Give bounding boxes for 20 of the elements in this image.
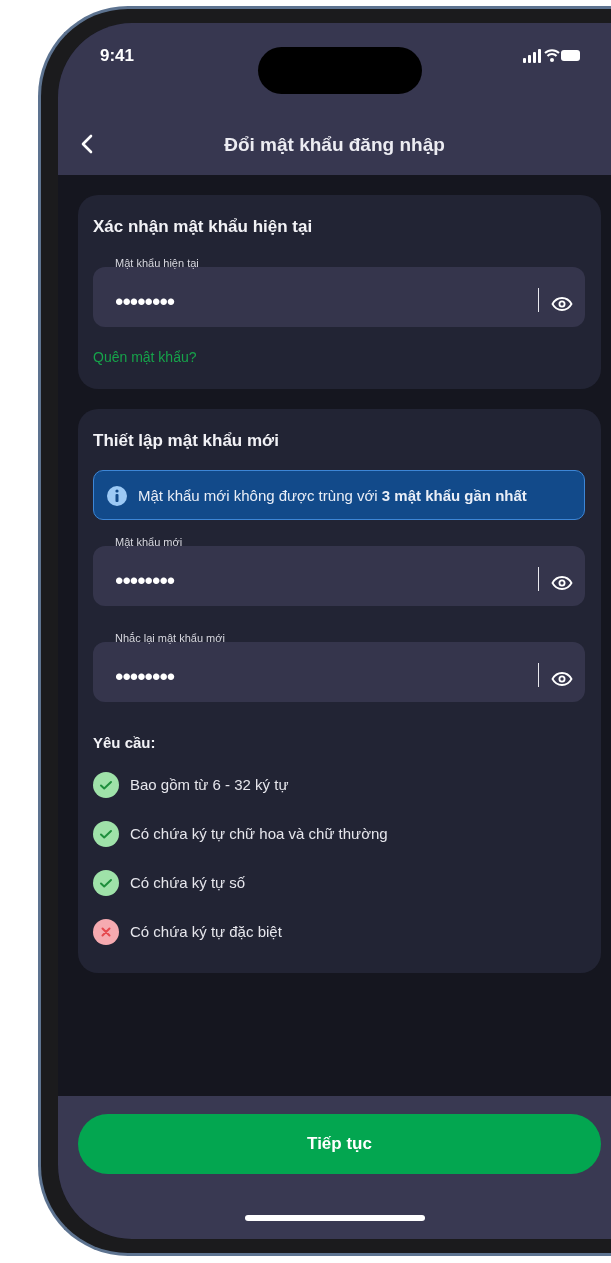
requirement-text: Có chứa ký tự đặc biệt <box>130 922 282 943</box>
forgot-password-link[interactable]: Quên mật khẩu? <box>93 347 197 369</box>
notice-text: Mật khẩu mới không được trùng với 3 mật khẩu gần nhất <box>138 485 527 506</box>
section-title: Thiết lập mật khẩu mới <box>93 431 280 452</box>
page-title: Đổi mật khẩu đăng nhập <box>223 132 446 157</box>
eye-icon[interactable] <box>551 297 573 312</box>
masked-password: •••••••• <box>115 290 176 315</box>
password-field[interactable]: •••••••• <box>93 267 585 328</box>
eye-icon[interactable] <box>551 575 573 590</box>
status-icons <box>523 48 581 64</box>
masked-password: •••••••• <box>115 568 176 593</box>
masked-password: •••••••• <box>115 664 176 689</box>
requirement-text: Có chứa ký tự số <box>130 873 246 894</box>
status-time: 9:41 <box>100 45 135 68</box>
section-title: Xác nhận mật khẩu hiện tại <box>93 217 314 238</box>
requirement-text: Bao gồm từ 6 - 32 ký tự <box>130 775 289 796</box>
eye-icon[interactable] <box>551 671 573 686</box>
info-icon <box>106 484 128 507</box>
requirement-text: Có chứa ký tự chữ hoa và chữ thường <box>130 824 388 845</box>
requirements-title: Yêu cầu: <box>93 732 157 753</box>
